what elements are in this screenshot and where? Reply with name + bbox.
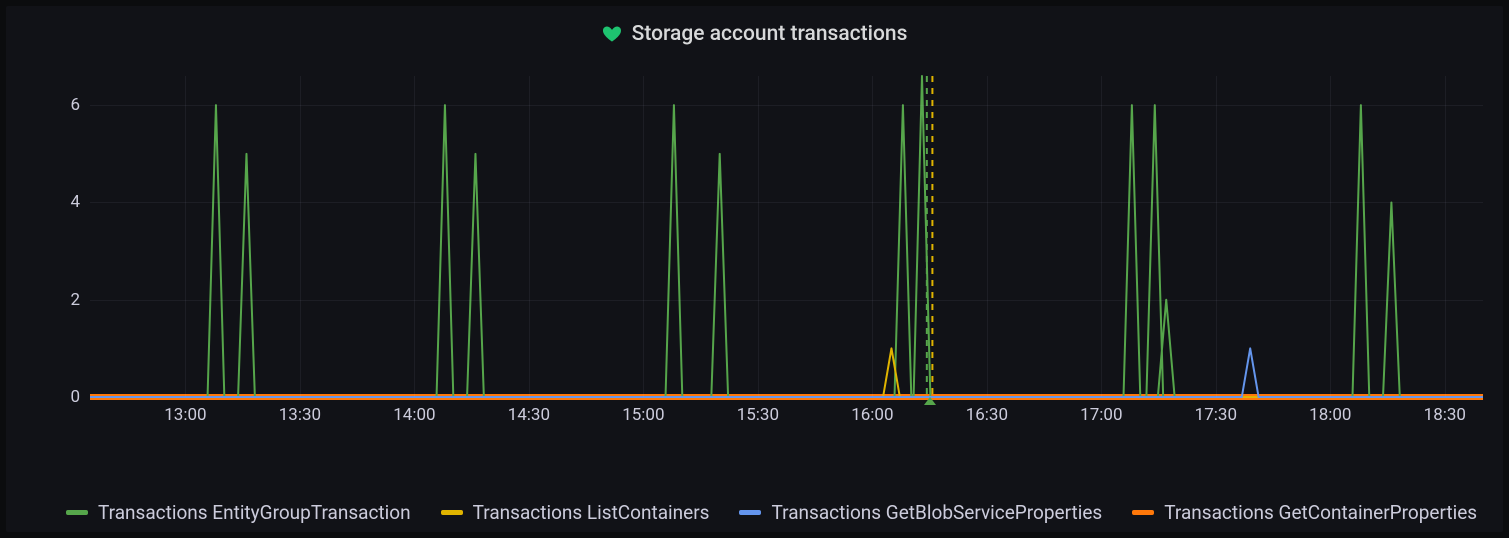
legend-swatch xyxy=(441,510,463,515)
y-tick-label: 6 xyxy=(44,95,90,115)
gridline-v xyxy=(987,76,988,397)
annotation-marker[interactable] xyxy=(924,397,936,405)
legend-label: Transactions GetContainerProperties xyxy=(1164,501,1477,524)
legend-item[interactable]: Transactions GetBlobServiceProperties xyxy=(739,501,1102,524)
x-tick-label: 15:30 xyxy=(737,397,779,425)
x-tick-label: 17:00 xyxy=(1080,397,1122,425)
gridline-v xyxy=(414,76,415,397)
panel-title-text: Storage account transactions xyxy=(632,22,908,46)
legend-label: Transactions GetBlobServiceProperties xyxy=(771,501,1102,524)
legend-item[interactable]: Transactions GetContainerProperties xyxy=(1132,501,1477,524)
legend-swatch xyxy=(66,510,88,515)
plot-area[interactable]: 024613:0013:3014:0014:3015:0015:3016:001… xyxy=(90,76,1483,398)
heart-icon xyxy=(602,24,622,44)
legend-swatch xyxy=(739,510,761,515)
legend-label: Transactions EntityGroupTransaction xyxy=(98,501,411,524)
gridline-v xyxy=(1216,76,1217,397)
gridline-v xyxy=(529,76,530,397)
chart-panel: Storage account transactions 0 2 4 6 13:00 13… xyxy=(6,6,1503,532)
gridline-v xyxy=(1101,76,1102,397)
x-tick-label: 17:30 xyxy=(1195,397,1237,425)
panel-title-row[interactable]: Storage account transactions xyxy=(6,6,1503,62)
gridline-v xyxy=(1330,76,1331,397)
y-tick-label: 2 xyxy=(44,290,90,310)
y-tick-label: 0 xyxy=(44,387,90,407)
x-tick-label: 13:00 xyxy=(164,397,206,425)
x-tick-label: 15:00 xyxy=(622,397,664,425)
x-tick-label: 16:00 xyxy=(851,397,893,425)
x-tick-label: 14:00 xyxy=(393,397,435,425)
x-tick-label: 16:30 xyxy=(966,397,1008,425)
gridline-v xyxy=(758,76,759,397)
gridline-v xyxy=(643,76,644,397)
x-tick-label: 14:30 xyxy=(508,397,550,425)
legend: Transactions EntityGroupTransaction Trans… xyxy=(66,501,1487,524)
legend-swatch xyxy=(1132,510,1154,515)
legend-item[interactable]: Transactions ListContainers xyxy=(441,501,710,524)
y-tick-label: 4 xyxy=(44,192,90,212)
x-tick-label: 18:30 xyxy=(1424,397,1466,425)
legend-label: Transactions ListContainers xyxy=(473,501,710,524)
legend-item[interactable]: Transactions EntityGroupTransaction xyxy=(66,501,411,524)
gridline-v xyxy=(872,76,873,397)
gridline-v xyxy=(185,76,186,397)
x-tick-label: 13:30 xyxy=(279,397,321,425)
chart-area[interactable]: 0 2 4 6 13:00 13:30 14:00 14:30 15:00 15:30 16:00 1… xyxy=(34,76,1487,432)
gridline-v xyxy=(300,76,301,397)
x-tick-label: 18:00 xyxy=(1309,397,1351,425)
gridline-v xyxy=(1445,76,1446,397)
